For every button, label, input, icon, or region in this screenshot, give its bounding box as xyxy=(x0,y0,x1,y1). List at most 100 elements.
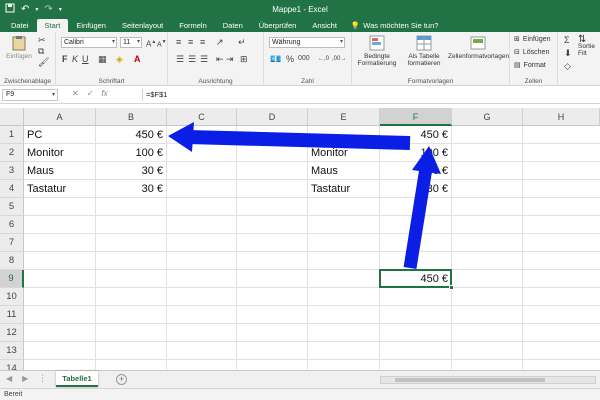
confirm-icon[interactable]: ✓ xyxy=(87,89,94,98)
decrease-decimal-icon[interactable]: ,00→ xyxy=(332,54,346,64)
clear-icon[interactable]: ◇ xyxy=(564,61,571,71)
borders-icon[interactable]: ▦ xyxy=(98,54,107,64)
tab-formeln[interactable]: Formeln xyxy=(171,19,215,32)
save-icon[interactable] xyxy=(5,3,15,16)
cell-b4[interactable]: 30 € xyxy=(96,180,167,198)
row-header-5[interactable]: 5 xyxy=(0,198,24,216)
column-header-c[interactable]: C xyxy=(167,108,237,126)
cell-b2[interactable]: 100 € xyxy=(96,144,167,162)
column-header-b[interactable]: B xyxy=(96,108,167,126)
cell-a4[interactable]: Tastatur xyxy=(24,180,96,198)
more-sheets-icon[interactable]: ⋮ xyxy=(38,373,47,384)
tab-start[interactable]: Start xyxy=(36,19,69,32)
copy-icon[interactable]: ⧉ xyxy=(38,46,44,56)
fill-color-icon[interactable]: ◈ xyxy=(116,54,123,64)
scrollbar-thumb[interactable] xyxy=(395,378,545,382)
tab-daten[interactable]: Daten xyxy=(215,19,251,32)
tab-einfuegen[interactable]: Einfügen xyxy=(68,19,114,32)
number-format-combo[interactable]: Währung ▾ xyxy=(269,37,345,48)
row-header-4[interactable]: 4 xyxy=(0,180,24,198)
cell-a2[interactable]: Monitor xyxy=(24,144,96,162)
insert-function-icon[interactable]: fx xyxy=(101,89,107,98)
cell-f4[interactable]: 30 € xyxy=(380,180,452,198)
cell-a3[interactable]: Maus xyxy=(24,162,96,180)
wrap-text-icon[interactable]: ↵ xyxy=(238,37,246,47)
column-header-h[interactable]: H xyxy=(523,108,600,126)
horizontal-scrollbar[interactable] xyxy=(380,376,596,384)
insert-cells-button[interactable]: ⊞ Einfügen xyxy=(514,35,551,44)
italic-icon[interactable]: K xyxy=(72,54,78,64)
indent-increase-icon[interactable]: ⇥ xyxy=(226,54,234,64)
column-header-e[interactable]: E xyxy=(308,108,380,126)
font-name-combo[interactable]: Calibri ▾ xyxy=(61,37,117,48)
cell-e3[interactable]: Maus xyxy=(308,162,380,180)
cell-styles-button[interactable]: Zellenformatvorlagen xyxy=(448,35,509,60)
row-header-6[interactable]: 6 xyxy=(0,216,24,234)
align-bottom-icon[interactable]: ≡ xyxy=(200,37,205,47)
row-header-12[interactable]: 12 xyxy=(0,324,24,342)
font-size-combo[interactable]: 11 ▾ xyxy=(120,37,142,48)
redo-icon[interactable]: ↷ xyxy=(44,4,52,15)
delete-cells-button[interactable]: ⊟ Löschen xyxy=(514,48,549,57)
thousands-separator-icon[interactable]: 000 xyxy=(298,54,310,64)
cell-e4[interactable]: Tastatur xyxy=(308,180,380,198)
cancel-icon[interactable]: ✕ xyxy=(72,89,79,98)
increase-decimal-icon[interactable]: ←,0 xyxy=(318,54,329,64)
fill-handle[interactable] xyxy=(449,285,454,290)
row-header-1[interactable]: 1 xyxy=(0,126,24,144)
row-header-9[interactable]: 9 xyxy=(0,270,24,288)
cell-f3[interactable]: 30 € xyxy=(380,162,452,180)
indent-decrease-icon[interactable]: ⇤ xyxy=(216,54,224,64)
percent-icon[interactable]: % xyxy=(286,54,294,64)
sheet-prev-icon[interactable]: ◀ xyxy=(6,374,12,383)
font-color-icon[interactable]: A xyxy=(134,54,141,64)
row-header-2[interactable]: 2 xyxy=(0,144,24,162)
cell-a1[interactable]: PC xyxy=(24,126,96,144)
cut-icon[interactable]: ✂ xyxy=(38,35,46,45)
cell-f2[interactable]: 100 € xyxy=(380,144,452,162)
format-painter-icon[interactable]: 🖌 xyxy=(38,57,49,67)
cell-f1[interactable]: 450 € xyxy=(380,126,452,144)
undo-dropdown-icon[interactable]: ▾ xyxy=(35,6,38,13)
align-center-icon[interactable]: ☰ xyxy=(188,54,196,64)
sort-filter-button[interactable]: ⇅ Sortie Filt xyxy=(578,35,600,58)
merge-center-icon[interactable]: ⊞ xyxy=(240,54,248,64)
fill-icon[interactable]: ⬇ xyxy=(564,48,572,58)
conditional-formatting-button[interactable]: Bedingte Formatierung xyxy=(354,35,400,67)
bold-icon[interactable]: F xyxy=(62,54,68,64)
underline-icon[interactable]: U xyxy=(82,54,89,64)
tell-me-box[interactable]: 💡 Was möchten Sie tun? xyxy=(345,19,439,32)
select-all-corner[interactable] xyxy=(0,108,24,126)
undo-icon[interactable]: ↶ xyxy=(21,4,29,15)
sheet-tab-tabelle1[interactable]: Tabelle1 xyxy=(56,371,98,387)
format-as-table-button[interactable]: Als Tabelle formatieren xyxy=(402,35,446,67)
column-header-a[interactable]: A xyxy=(24,108,96,126)
column-header-f[interactable]: F xyxy=(380,108,452,126)
format-cells-button[interactable]: ▤ Format xyxy=(514,61,546,70)
row-header-10[interactable]: 10 xyxy=(0,288,24,306)
column-header-g[interactable]: G xyxy=(452,108,523,126)
formula-input[interactable]: =$F$1 xyxy=(142,89,598,101)
cell-b1[interactable]: 450 € xyxy=(96,126,167,144)
tab-seitenlayout[interactable]: Seitenlayout xyxy=(114,19,171,32)
cell-b3[interactable]: 30 € xyxy=(96,162,167,180)
worksheet-grid[interactable]: A B C D E F G H 1 2 3 4 5 6 7 8 9 10 11 12 13 14 PC Monitor Maus… xyxy=(0,108,600,370)
grow-font-icon[interactable]: A▲ xyxy=(146,37,156,50)
row-header-13[interactable]: 13 xyxy=(0,342,24,360)
row-header-11[interactable]: 11 xyxy=(0,306,24,324)
tab-ansicht[interactable]: Ansicht xyxy=(304,19,345,32)
accounting-format-icon[interactable]: 💶 xyxy=(270,54,281,64)
customize-qat-icon[interactable]: ▾ xyxy=(59,6,62,13)
row-header-3[interactable]: 3 xyxy=(0,162,24,180)
tab-datei[interactable]: Datei xyxy=(3,19,37,32)
cell-e2[interactable]: Monitor xyxy=(308,144,380,162)
row-header-8[interactable]: 8 xyxy=(0,252,24,270)
shrink-font-icon[interactable]: A▼ xyxy=(157,37,167,50)
align-middle-icon[interactable]: ≡ xyxy=(188,37,193,47)
autosum-icon[interactable]: Σ xyxy=(564,35,570,45)
tab-ueberpruefen[interactable]: Überprüfen xyxy=(251,19,305,32)
row-header-7[interactable]: 7 xyxy=(0,234,24,252)
align-top-icon[interactable]: ≡ xyxy=(176,37,181,47)
column-header-d[interactable]: D xyxy=(237,108,308,126)
align-left-icon[interactable]: ☰ xyxy=(176,54,184,64)
